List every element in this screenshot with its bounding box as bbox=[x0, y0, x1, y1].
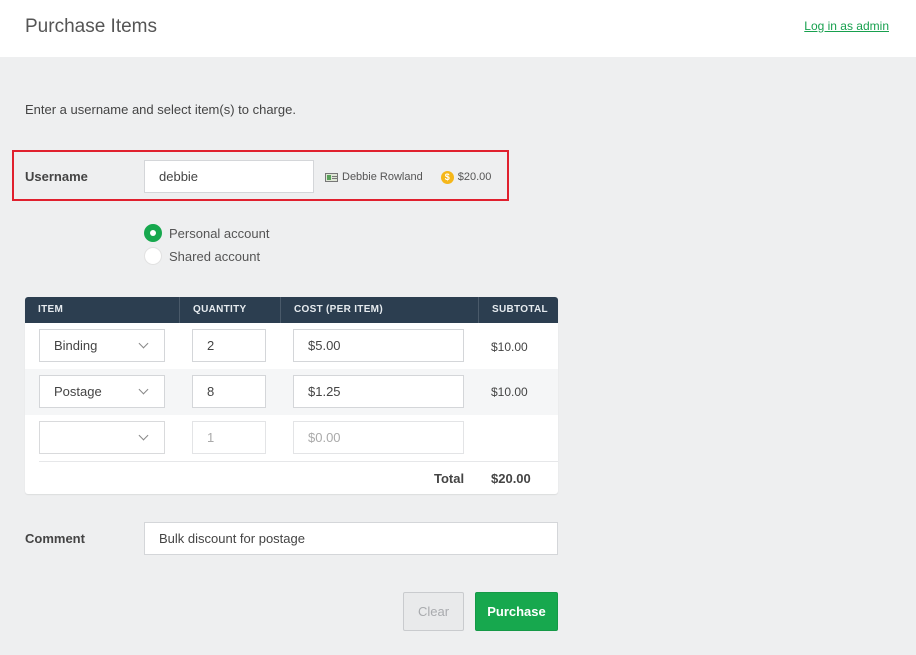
table-row: Binding $10.00 bbox=[25, 323, 558, 369]
radio-button[interactable] bbox=[144, 247, 162, 265]
chevron-down-icon bbox=[138, 384, 149, 395]
item-select-value: Binding bbox=[54, 338, 98, 353]
subtotal-value: $10.00 bbox=[491, 385, 528, 399]
item-select[interactable]: Postage bbox=[39, 375, 165, 408]
radio-label: Shared account bbox=[169, 248, 261, 264]
column-header-cost: COST (PER ITEM) bbox=[280, 297, 478, 323]
radio-button-checked[interactable] bbox=[144, 224, 162, 242]
table-row bbox=[25, 415, 558, 461]
user-full-name: Debbie Rowland bbox=[342, 171, 423, 183]
page-title: Purchase Items bbox=[25, 16, 157, 37]
cost-input[interactable] bbox=[293, 421, 464, 454]
login-as-admin-link[interactable]: Log in as admin bbox=[804, 19, 889, 33]
chevron-down-icon bbox=[138, 430, 149, 441]
total-divider bbox=[39, 461, 558, 462]
radio-label: Personal account bbox=[169, 225, 270, 241]
item-select[interactable] bbox=[39, 421, 165, 454]
clear-button[interactable]: Clear bbox=[403, 592, 464, 631]
column-header-item: ITEM bbox=[38, 304, 64, 315]
comment-input[interactable] bbox=[144, 522, 558, 555]
table-header: ITEM QUANTITY COST (PER ITEM) SUBTOTAL bbox=[25, 297, 558, 323]
column-header-quantity: QUANTITY bbox=[179, 297, 280, 323]
instructions-text: Enter a username and select item(s) to c… bbox=[25, 102, 296, 117]
coin-icon: $ bbox=[440, 170, 454, 184]
comment-label: Comment bbox=[25, 531, 85, 546]
subtotal-value: $10.00 bbox=[491, 340, 528, 354]
username-input[interactable] bbox=[144, 160, 314, 193]
quantity-input[interactable] bbox=[192, 421, 266, 454]
username-label: Username bbox=[25, 169, 88, 184]
user-balance: $20.00 bbox=[457, 171, 492, 183]
item-select-value: Postage bbox=[54, 384, 102, 399]
item-select[interactable]: Binding bbox=[39, 329, 165, 362]
radio-personal-account[interactable]: Personal account bbox=[144, 224, 269, 242]
chevron-down-icon bbox=[138, 338, 149, 349]
items-table: ITEM QUANTITY COST (PER ITEM) SUBTOTAL B… bbox=[25, 297, 558, 494]
quantity-input[interactable] bbox=[192, 375, 266, 408]
cost-input[interactable] bbox=[293, 375, 464, 408]
cost-input[interactable] bbox=[293, 329, 464, 362]
user-info: Debbie Rowland $ $20.00 bbox=[325, 170, 491, 184]
total-label: Total bbox=[434, 471, 465, 486]
total-value: $20.00 bbox=[491, 471, 531, 486]
page-header: Purchase Items Log in as admin bbox=[0, 0, 916, 57]
table-row: Postage $10.00 bbox=[25, 369, 558, 415]
radio-shared-account[interactable]: Shared account bbox=[144, 247, 260, 265]
purchase-button[interactable]: Purchase bbox=[475, 592, 558, 631]
quantity-input[interactable] bbox=[192, 329, 266, 362]
column-header-subtotal: SUBTOTAL bbox=[478, 297, 558, 323]
card-icon bbox=[325, 172, 338, 182]
